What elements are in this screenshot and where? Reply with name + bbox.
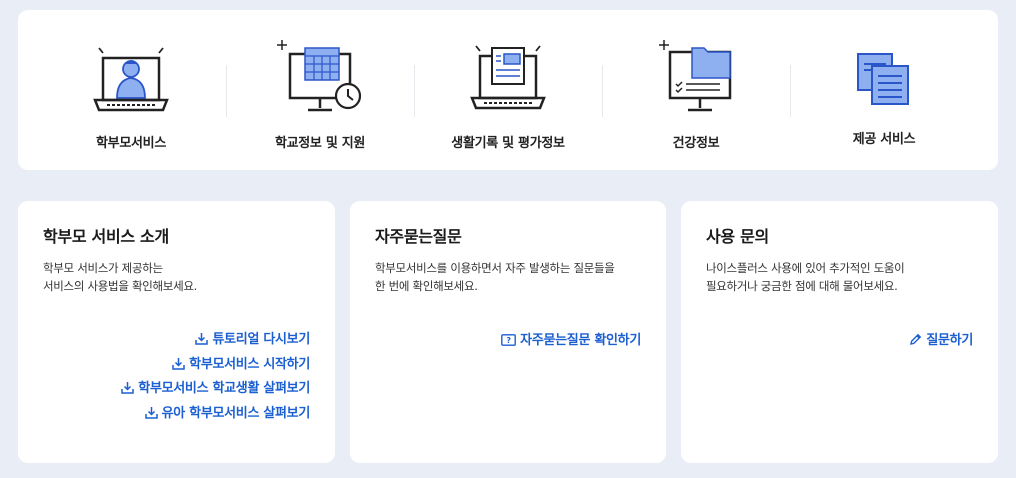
desc-line: 서비스의 사용법을 확인해보세요. [43,279,197,293]
service-label: 학부모서비스 [96,136,166,151]
kindergarten-service-link[interactable]: 유아 학부모서비스 살펴보기 [121,402,310,427]
service-menu-bar: 학부모서비스 학교정보 및 지원 생활기록 및 평가정보 건강정보 제공 서비스 [18,10,998,170]
faq-check-link[interactable]: ? 자주묻는질문 확인하기 [501,329,641,354]
link-label: 학부모서비스 시작하기 [189,356,310,372]
parent-monitor-icon [93,47,169,112]
intro-links: 튜토리얼 다시보기 학부모서비스 시작하기 학부모서비스 학교생활 살펴보기 유… [121,328,310,426]
intro-card: 학부모 서비스 소개 학부모 서비스가 제공하는 서비스의 사용법을 확인해보세… [18,201,335,463]
download-icon [121,382,135,394]
download-icon [144,406,158,419]
faq-card: 자주묻는질문 학부모서비스를 이용하면서 자주 발생하는 질문들을 한 번에 확… [350,201,666,463]
desc-line: 학부모서비스를 이용하면서 자주 발생하는 질문들을 [375,261,615,275]
desc-line: 학부모 서비스가 제공하는 [43,261,163,275]
service-label: 제공 서비스 [852,132,916,147]
service-parent[interactable]: 학부모서비스 [33,10,229,170]
card-description: 나이스플러스 사용에 있어 추가적인 도움이 필요하거나 궁금한 점에 대해 물… [706,259,905,295]
inquiry-links: 질문하기 [909,329,973,354]
card-description: 학부모 서비스가 제공하는 서비스의 사용법을 확인해보세요. [43,259,197,295]
link-label: 튜토리얼 다시보기 [212,332,310,347]
download-icon [195,333,209,345]
link-label: 유아 학부모서비스 살펴보기 [161,405,311,421]
service-label: 학교정보 및 지원 [274,136,366,151]
document-monitor-icon [470,45,546,110]
inquiry-card: 사용 문의 나이스플러스 사용에 있어 추가적인 도움이 필요하거나 궁금한 점… [681,201,998,463]
service-school-info[interactable]: 학교정보 및 지원 [222,10,418,170]
service-label: 건강정보 [672,136,720,151]
service-label: 생활기록 및 평가정보 [451,136,565,151]
faq-links: ? 자주묻는질문 확인하기 [501,329,641,354]
desc-line: 한 번에 확인해보세요. [375,279,478,293]
download-icon [172,357,185,370]
tutorial-replay-link[interactable]: 튜토리얼 다시보기 [121,328,310,353]
card-title: 학부모 서비스 소개 [43,227,169,246]
documents-icon [857,53,909,105]
link-label: 질문하기 [926,333,973,348]
school-life-link[interactable]: 학부모서비스 학교생활 살펴보기 [121,377,310,402]
card-title: 사용 문의 [706,227,769,246]
pencil-icon [910,333,922,345]
service-health[interactable]: 건강정보 [598,10,794,170]
card-description: 학부모서비스를 이용하면서 자주 발생하는 질문들을 한 번에 확인해보세요. [375,259,615,295]
calendar-clock-monitor-icon [277,40,362,112]
link-label: 학부모서비스 학교생활 살펴보기 [138,381,310,396]
svg-text:?: ? [507,336,512,345]
desc-line: 필요하거나 궁금한 점에 대해 물어보세요. [706,279,898,293]
service-record-evaluation[interactable]: 생활기록 및 평가정보 [410,10,606,170]
ask-question-link[interactable]: 질문하기 [909,329,973,354]
service-provided[interactable]: 제공 서비스 [786,10,982,170]
card-title: 자주묻는질문 [375,227,462,246]
start-parent-service-link[interactable]: 학부모서비스 시작하기 [121,353,310,378]
folder-checklist-monitor-icon [659,40,732,112]
question-box-icon: ? [501,334,517,346]
desc-line: 나이스플러스 사용에 있어 추가적인 도움이 [706,261,905,275]
link-label: 자주묻는질문 확인하기 [520,333,641,348]
